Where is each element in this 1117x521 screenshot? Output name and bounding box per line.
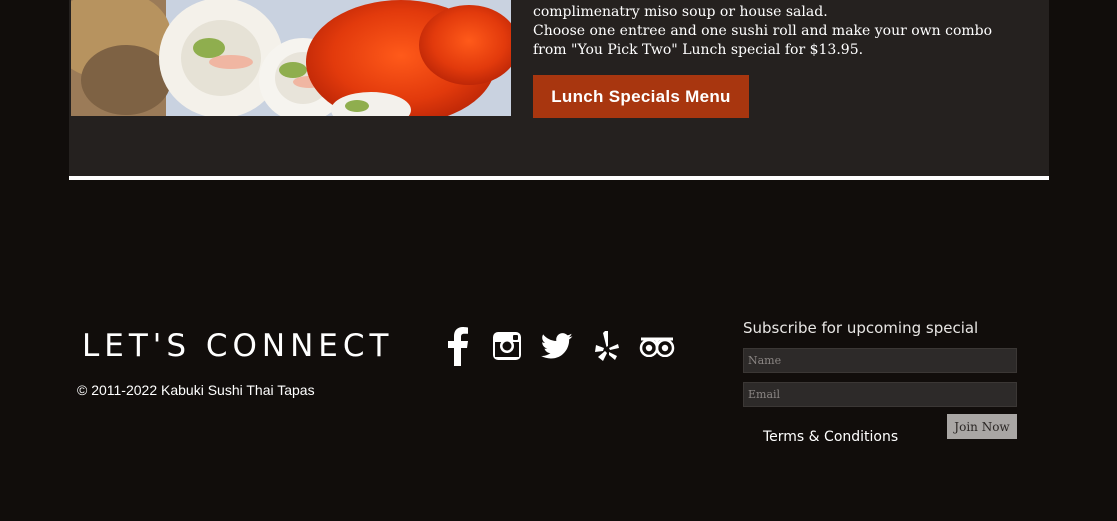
name-field[interactable] bbox=[743, 348, 1017, 373]
lunch-special-description: complimenatry miso soup or house salad. … bbox=[533, 3, 993, 60]
sushi-roll-photo bbox=[71, 0, 511, 116]
lunch-specials-menu-button[interactable]: Lunch Specials Menu bbox=[533, 75, 749, 118]
copyright-notice: © 2011-2022 Kabuki Sushi Thai Tapas bbox=[77, 382, 315, 398]
lunch-text-line: from "You Pick Two" Lunch special for $1… bbox=[533, 42, 864, 58]
social-media-bar bbox=[436, 324, 681, 368]
subscribe-heading: Subscribe for upcoming special bbox=[743, 319, 979, 337]
facebook-icon[interactable] bbox=[436, 324, 478, 368]
yelp-icon[interactable] bbox=[586, 324, 628, 368]
terms-and-conditions-link[interactable]: Terms & Conditions bbox=[763, 429, 898, 445]
tripadvisor-icon[interactable] bbox=[636, 324, 678, 368]
email-field[interactable] bbox=[743, 382, 1017, 407]
lets-connect-heading: LET'S CONNECT bbox=[82, 328, 394, 364]
twitter-icon[interactable] bbox=[536, 324, 578, 368]
join-now-button[interactable]: Join Now bbox=[947, 414, 1017, 439]
section-divider bbox=[69, 176, 1049, 180]
instagram-icon[interactable] bbox=[486, 324, 528, 368]
lunch-text-line: complimenatry miso soup or house salad. bbox=[533, 4, 828, 20]
lunch-text-line: Choose one entree and one sushi roll and… bbox=[533, 23, 993, 39]
